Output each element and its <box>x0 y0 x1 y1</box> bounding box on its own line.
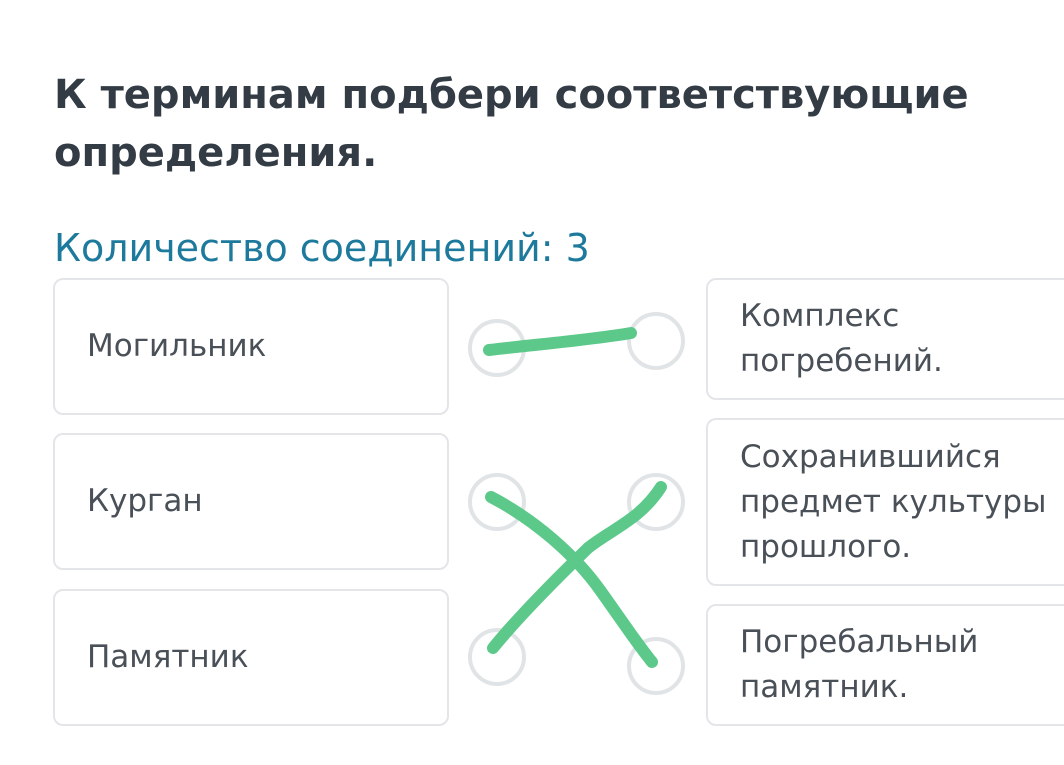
definition-line: предмет культуры <box>740 483 1047 520</box>
definition-card-burial[interactable]: Погребальный памятник. <box>706 604 1064 726</box>
term-label: Курган <box>87 483 203 519</box>
definition-line: прошлого. <box>740 528 912 565</box>
term-connector-dot-2[interactable] <box>468 473 526 531</box>
term-card-kurgan[interactable]: Курган <box>53 433 449 570</box>
definition-connector-dot-2[interactable] <box>627 473 685 531</box>
term-connector-dot-1[interactable] <box>468 319 526 377</box>
term-connector-dot-3[interactable] <box>468 628 526 686</box>
definition-card-complex[interactable]: Комплекс погребений. <box>706 278 1064 400</box>
definition-line: Погребальный <box>740 624 979 660</box>
question-title: К терминам подбери соответствующие опред… <box>54 72 969 176</box>
definition-line: Комплекс <box>740 298 900 334</box>
definition-line: погребений. <box>740 343 943 379</box>
term-card-pamyatnik[interactable]: Памятник <box>53 589 449 726</box>
definition-connector-dot-3[interactable] <box>627 637 685 695</box>
term-card-mogilnik[interactable]: Могильник <box>53 278 449 415</box>
definition-line: Сохранившийся <box>740 438 1001 475</box>
definition-card-preserved[interactable]: Сохранившийся предмет культуры прошлого. <box>706 418 1064 586</box>
term-label: Памятник <box>87 639 249 675</box>
definition-line: памятник. <box>740 669 909 705</box>
definition-connector-dot-1[interactable] <box>627 312 685 370</box>
term-label: Могильник <box>87 328 267 364</box>
connections-counter: Количество соединений: 3 <box>54 226 590 270</box>
